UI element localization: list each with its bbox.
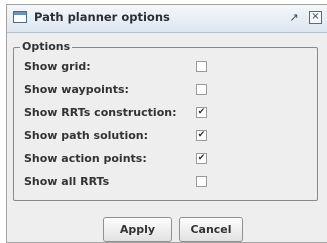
window-title: Path planner options [34,10,170,24]
close-icon[interactable]: × [309,11,322,24]
show-waypoints-checkbox[interactable] [196,84,207,95]
dialog-window: Path planner options ↗ × Options Show gr… [6,4,327,243]
option-label-show-rrts-construction: Show RRTs construction: [24,106,177,119]
options-group: Options Show grid: Show waypoints: Show … [13,40,318,201]
title-bar[interactable]: Path planner options ↗ × [7,5,327,33]
show-all-rrts-checkbox[interactable] [196,176,207,187]
option-label-show-action-points: Show action points: [24,152,147,165]
apply-button[interactable]: Apply [103,217,172,242]
show-action-points-checkbox[interactable]: ✔ [196,153,207,164]
option-label-show-waypoints: Show waypoints: [24,83,129,96]
option-row-show-grid: Show grid: [24,58,214,76]
option-row-show-path-solution: Show path solution: ✔ [24,127,214,145]
option-label-show-all-rrts: Show all RRTs [24,175,110,188]
cancel-button[interactable]: Cancel [179,217,243,242]
option-label-show-path-solution: Show path solution: [24,129,149,142]
option-label-show-grid: Show grid: [24,60,91,73]
show-path-solution-checkbox[interactable]: ✔ [196,130,207,141]
option-row-show-waypoints: Show waypoints: [24,81,214,99]
option-row-show-rrts-construction: Show RRTs construction: ✔ [24,104,214,122]
restore-icon[interactable]: ↗ [287,11,301,25]
window-icon [13,11,27,23]
option-row-show-all-rrts: Show all RRTs [24,173,214,191]
options-group-title: Options [20,40,73,53]
option-row-show-action-points: Show action points: ✔ [24,150,214,168]
show-rrts-construction-checkbox[interactable]: ✔ [196,107,207,118]
show-grid-checkbox[interactable] [196,61,207,72]
